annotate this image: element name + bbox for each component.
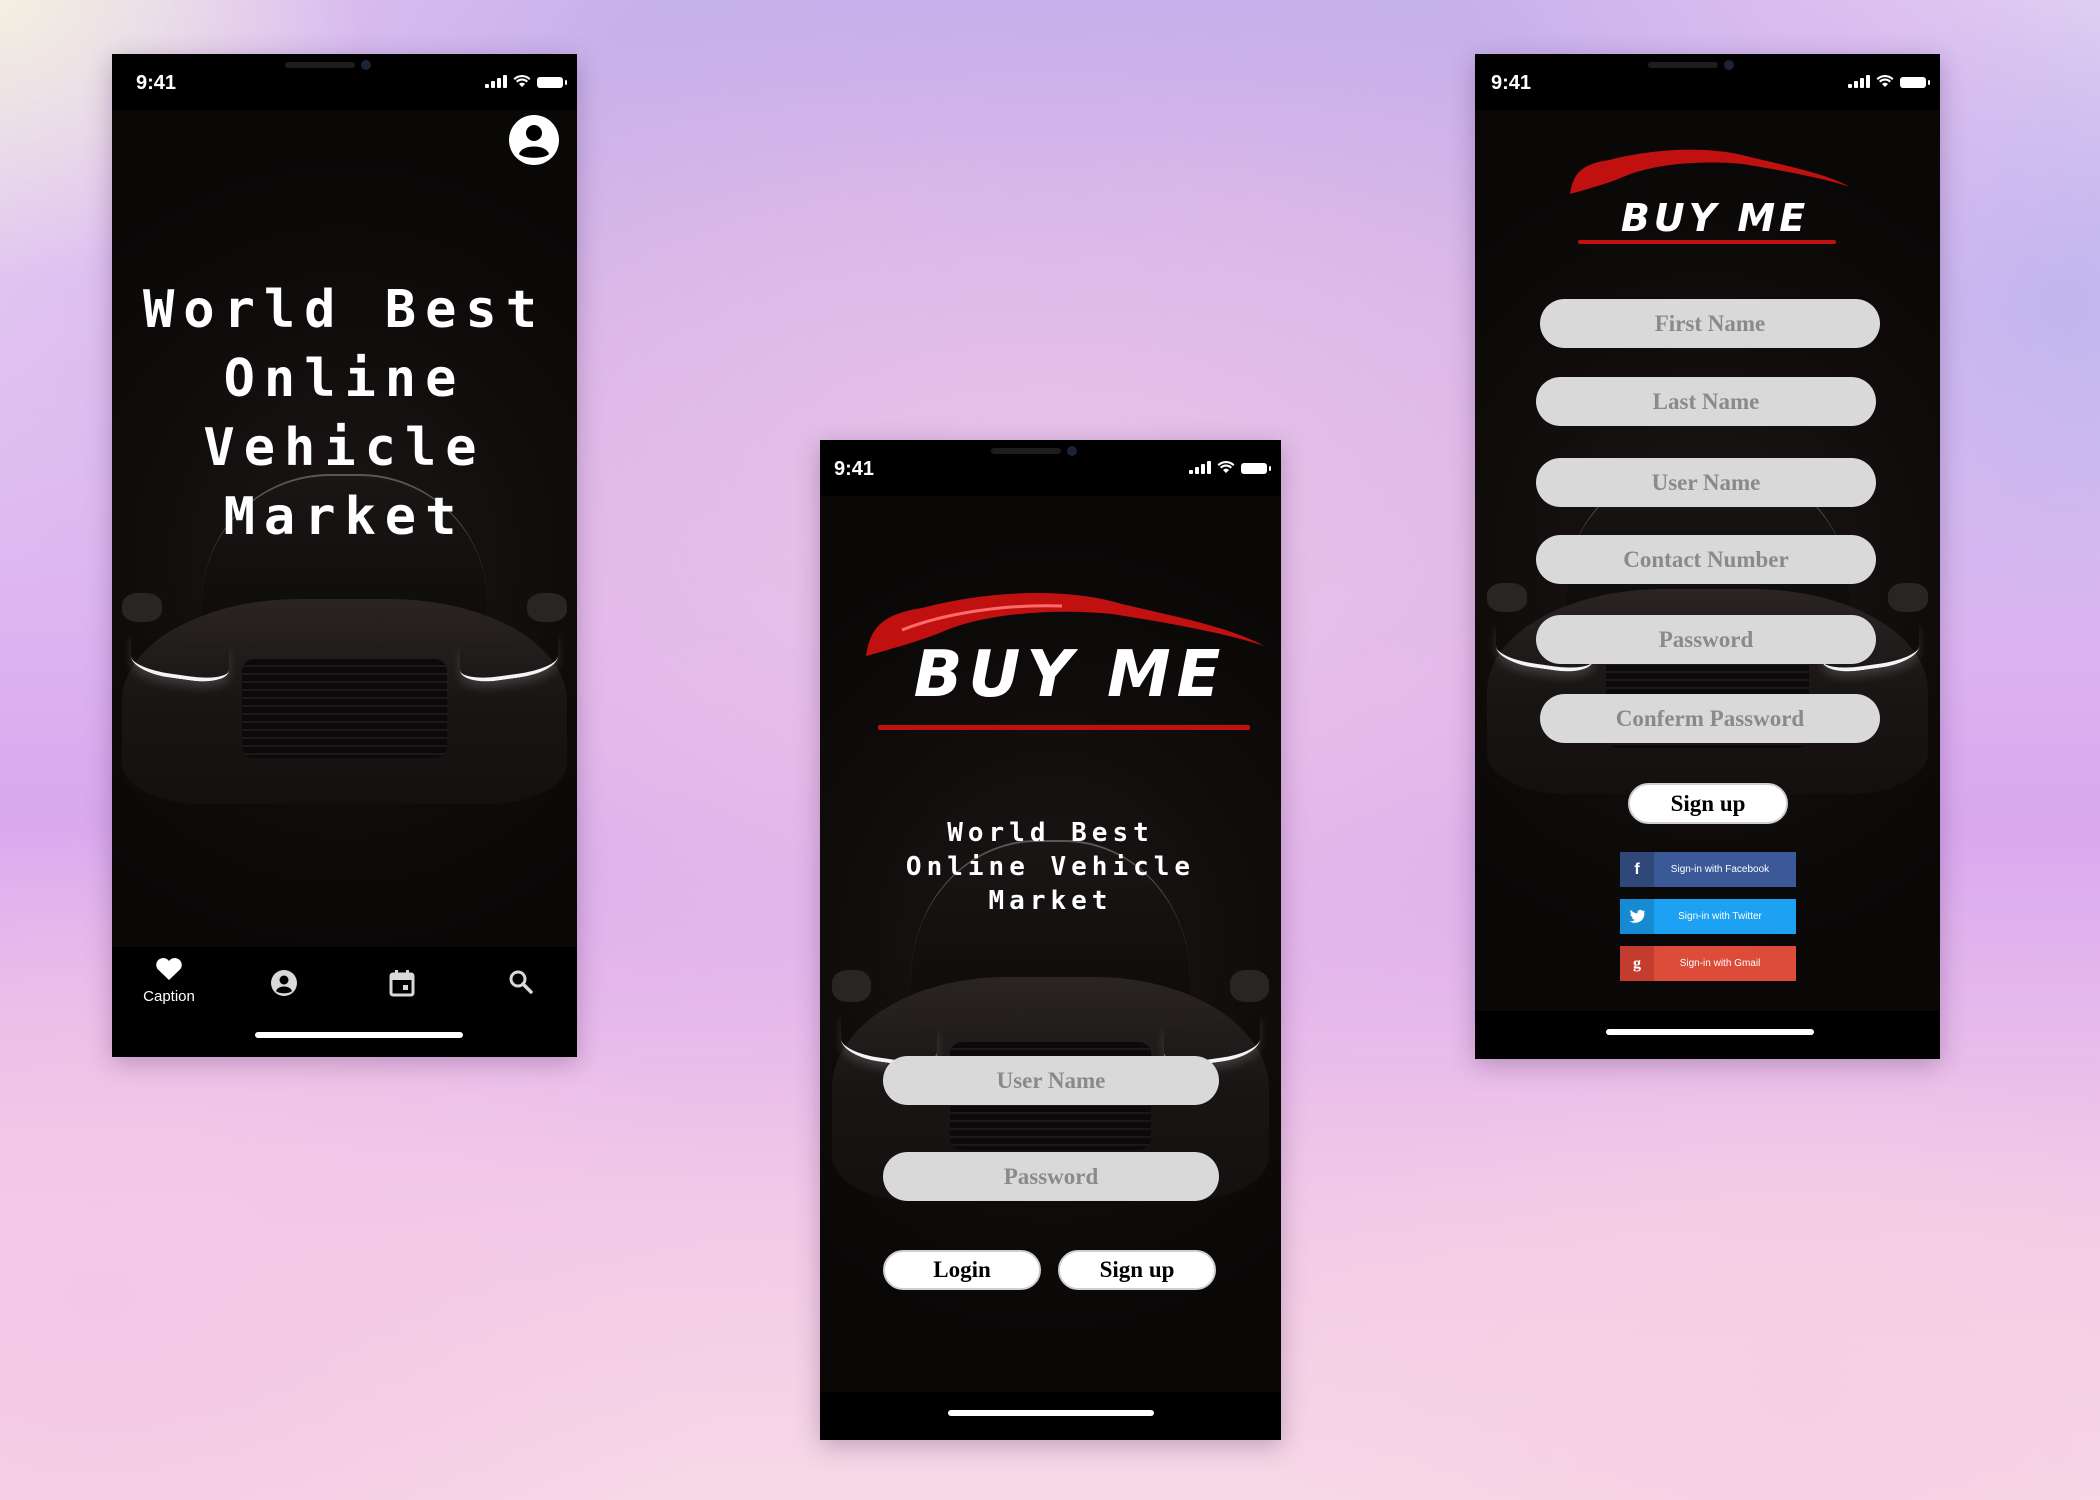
status-bar: 9:41 xyxy=(820,440,1281,496)
last-name-field[interactable]: Last Name xyxy=(1536,377,1876,426)
confirm-password-field[interactable]: Conferm Password xyxy=(1540,694,1880,743)
bottom-nav: Caption xyxy=(112,947,577,1057)
signup-button[interactable]: Sign up xyxy=(1628,783,1788,824)
headline-line: World Best xyxy=(947,818,1154,848)
hero-headline: World Best Online Vehicle Market xyxy=(820,816,1281,918)
login-screen: 9:41 BUY ME World Best Online Vehicle Ma… xyxy=(820,440,1281,1440)
battery-icon xyxy=(1241,463,1271,474)
bottom-bar xyxy=(1475,1011,1940,1059)
headline-line: Market xyxy=(223,487,466,547)
twitter-signin-button[interactable]: Sign-in with Twitter xyxy=(1620,899,1796,934)
camera-dot xyxy=(360,60,371,70)
gmail-icon: g xyxy=(1620,946,1654,981)
home-screen: 9:41 World Best Online Vehicle Market Ca… xyxy=(112,54,577,1057)
heart-icon xyxy=(156,957,182,980)
social-button-label: Sign-in with Facebook xyxy=(1670,864,1770,875)
login-button[interactable]: Login xyxy=(883,1250,1041,1290)
password-field[interactable]: Password xyxy=(883,1152,1219,1201)
signal-icon xyxy=(1189,461,1211,474)
username-field[interactable]: User Name xyxy=(883,1056,1219,1105)
status-icons xyxy=(1848,74,1930,88)
user-name-field[interactable]: User Name xyxy=(1536,458,1876,507)
camera-dot xyxy=(1723,60,1734,70)
home-indicator[interactable] xyxy=(947,1410,1154,1416)
signup-button[interactable]: Sign up xyxy=(1058,1250,1216,1290)
search-icon[interactable] xyxy=(508,969,534,995)
gmail-signin-button[interactable]: g Sign-in with Gmail xyxy=(1620,946,1796,981)
facebook-signin-button[interactable]: f Sign-in with Facebook xyxy=(1620,852,1796,887)
logo-underline xyxy=(1578,240,1836,244)
social-button-label: Sign-in with Gmail xyxy=(1679,958,1761,969)
home-indicator[interactable] xyxy=(254,1032,463,1038)
battery-icon xyxy=(537,77,567,88)
profile-icon[interactable] xyxy=(508,114,560,166)
logo-underline xyxy=(878,725,1250,730)
brand-logo-text: BUY ME xyxy=(1620,196,1810,240)
speaker-notch xyxy=(1647,62,1718,68)
brand-logo-text: BUY ME xyxy=(913,638,1227,712)
headline-line: Online xyxy=(223,349,466,409)
social-button-label: Sign-in with Twitter xyxy=(1678,911,1762,922)
first-name-field[interactable]: First Name xyxy=(1540,299,1880,348)
password-field[interactable]: Password xyxy=(1536,615,1876,664)
calendar-icon[interactable] xyxy=(389,969,415,997)
hero-headline: World Best Online Vehicle Market xyxy=(112,276,577,552)
account-icon[interactable] xyxy=(270,969,298,997)
contact-number-field[interactable]: Contact Number xyxy=(1536,535,1876,584)
status-bar: 9:41 xyxy=(1475,54,1940,110)
home-indicator[interactable] xyxy=(1605,1029,1814,1035)
speaker-notch xyxy=(990,448,1061,454)
wifi-icon xyxy=(1876,74,1894,87)
wifi-icon xyxy=(513,74,531,87)
status-time: 9:41 xyxy=(1491,72,1532,94)
wifi-icon xyxy=(1217,460,1235,473)
headline-line: Vehicle xyxy=(203,418,486,478)
camera-dot xyxy=(1066,446,1077,456)
status-time: 9:41 xyxy=(136,72,177,94)
nav-item-caption[interactable]: Caption xyxy=(130,957,208,1005)
nav-item-label: Caption xyxy=(143,988,195,1005)
bottom-bar xyxy=(820,1392,1281,1440)
status-time: 9:41 xyxy=(834,458,875,480)
status-icons xyxy=(485,74,567,88)
status-bar: 9:41 xyxy=(112,54,577,110)
battery-icon xyxy=(1900,77,1930,88)
headline-line: Market xyxy=(988,886,1113,916)
signal-icon xyxy=(485,75,507,88)
twitter-icon xyxy=(1620,899,1654,934)
speaker-notch xyxy=(284,62,355,68)
status-icons xyxy=(1189,460,1271,474)
facebook-icon: f xyxy=(1620,852,1654,887)
headline-line: Online Vehicle xyxy=(905,852,1196,882)
signal-icon xyxy=(1848,75,1870,88)
headline-line: World Best xyxy=(142,280,547,340)
car-swoosh-logo xyxy=(1570,149,1850,194)
